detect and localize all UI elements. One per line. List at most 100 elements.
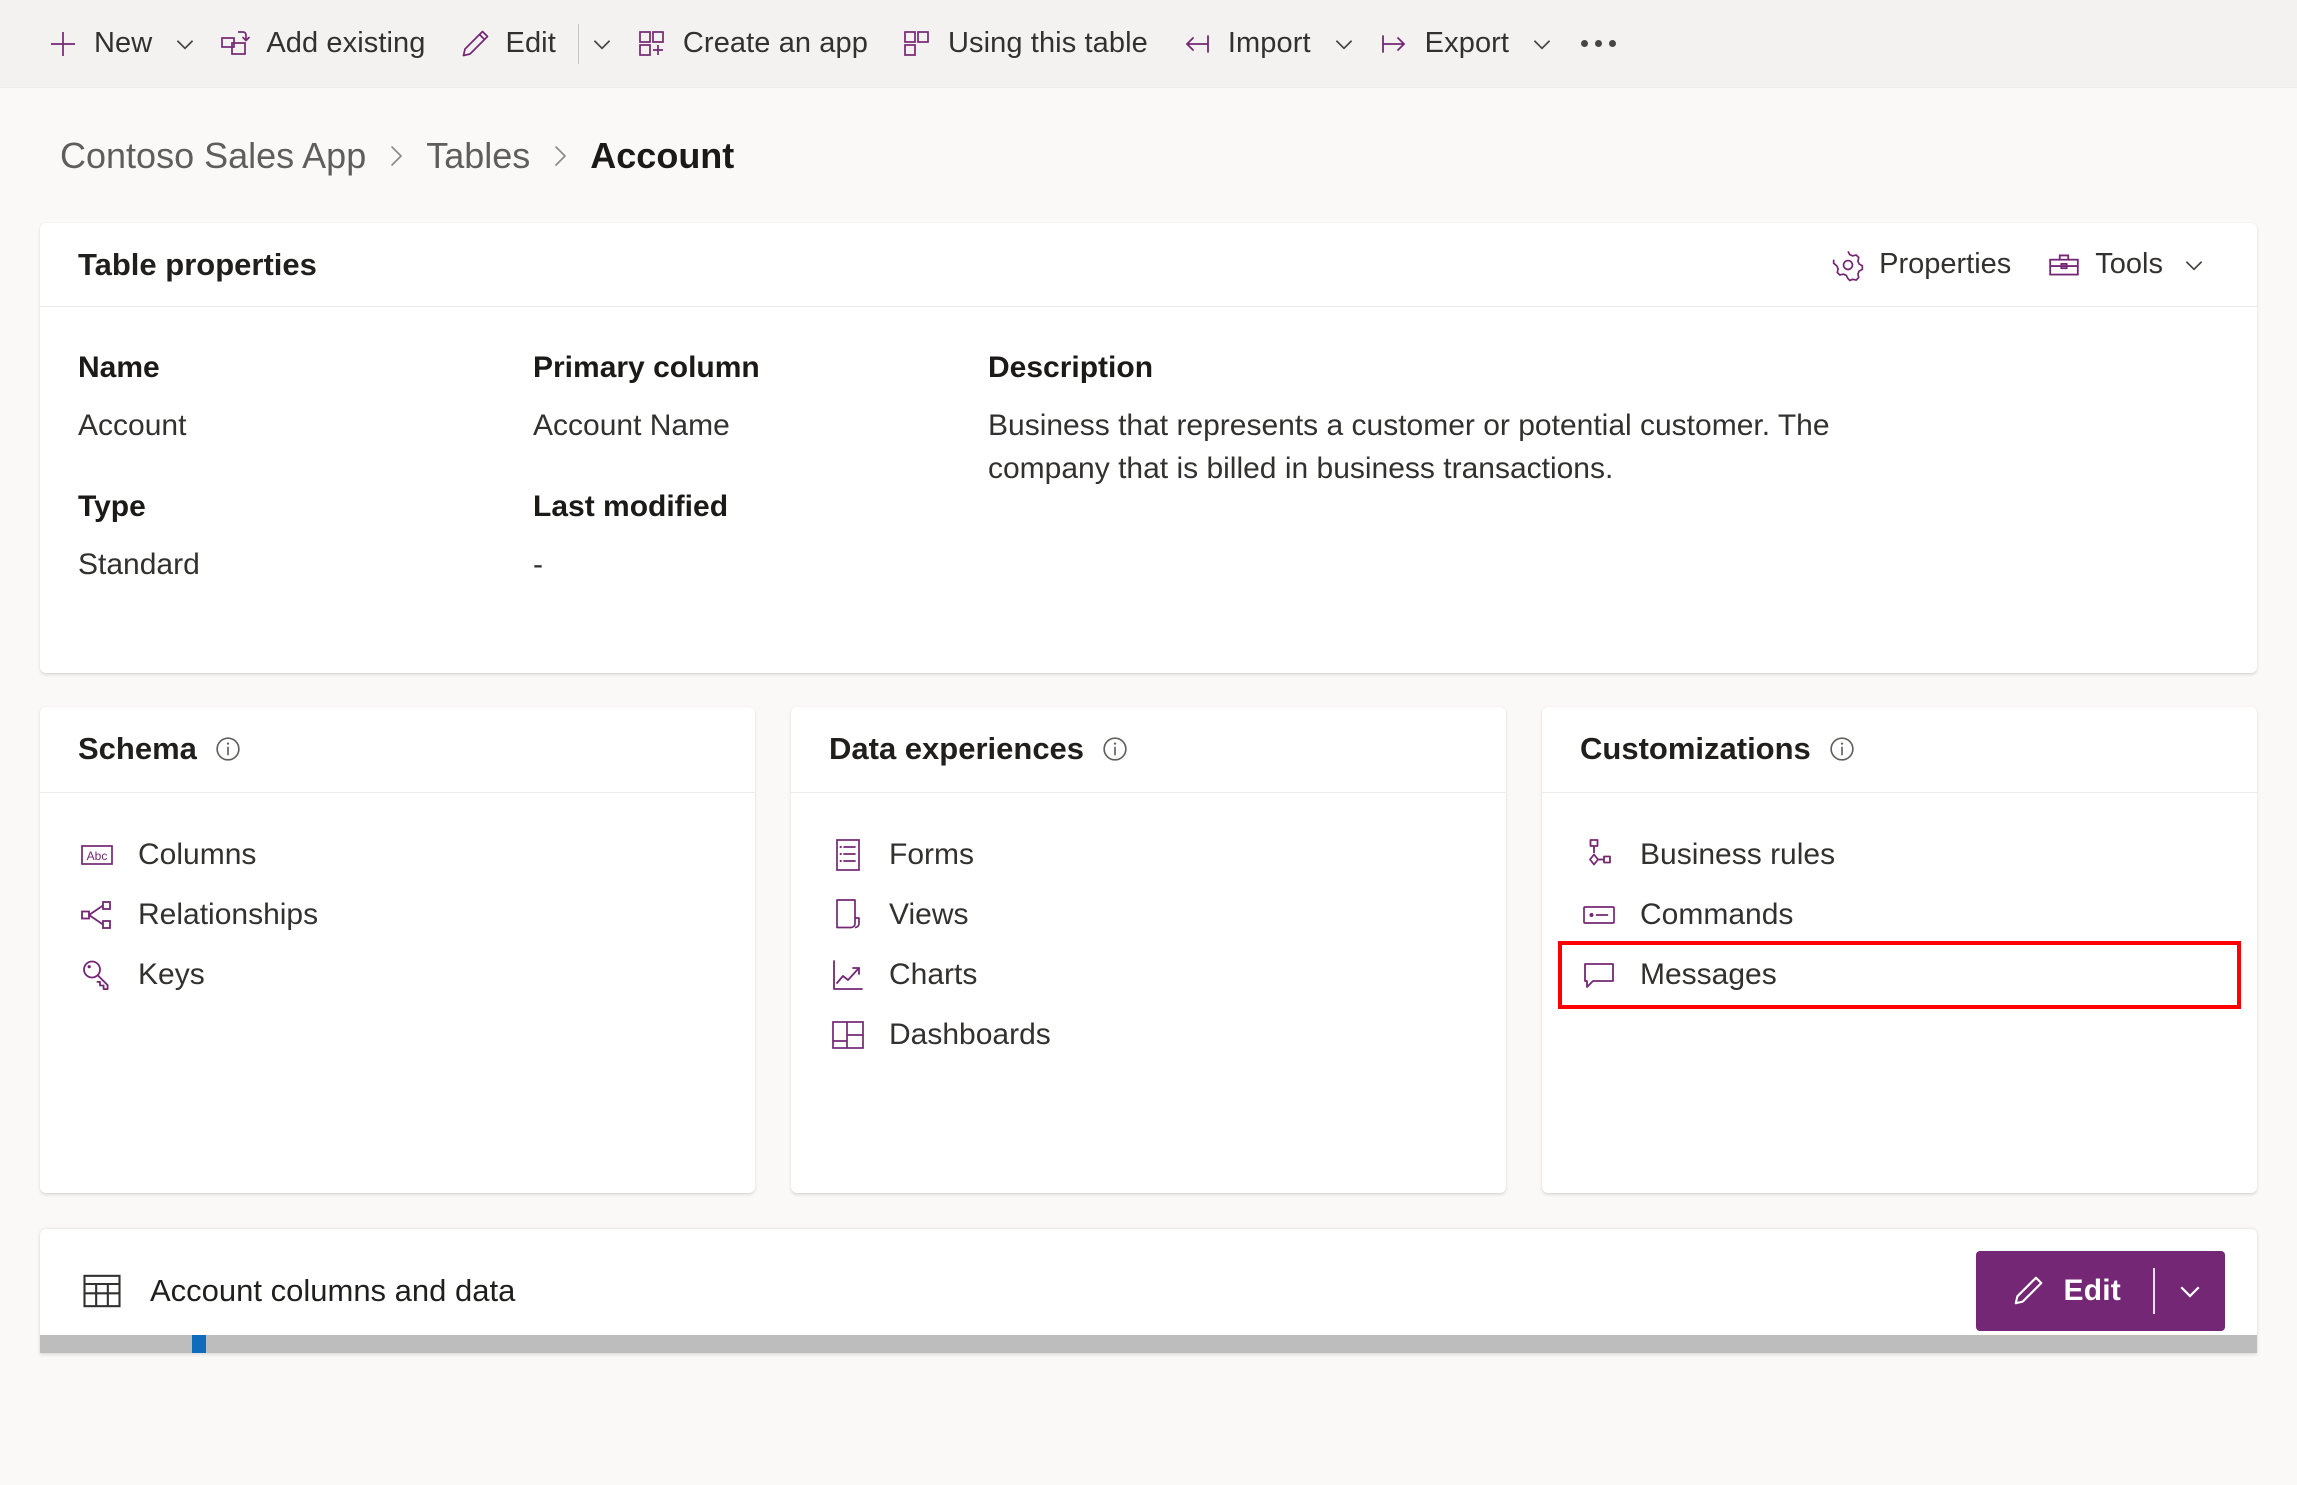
toolbar-divider (577, 23, 579, 64)
ellipsis-dot-icon (1595, 40, 1603, 47)
customizations-link-messages[interactable]: Messages (1558, 940, 2241, 1009)
schema-link-columns[interactable]: Abc Columns (60, 825, 735, 885)
data-experiences-link-views[interactable]: Views (811, 885, 1486, 945)
data-experiences-link-forms[interactable]: Forms (811, 825, 1486, 885)
field-value-type: Standard (78, 548, 200, 582)
export-button[interactable]: Export (1361, 13, 1525, 75)
data-experiences-card-title: Data experiences (829, 731, 1085, 767)
bottom-bar-left: Account columns and data (80, 1269, 515, 1313)
data-experiences-link-charts-label: Charts (889, 957, 978, 991)
properties-label: Properties (1879, 248, 2012, 280)
add-existing-icon (218, 27, 252, 61)
schema-link-keys[interactable]: Keys (60, 945, 735, 1005)
breadcrumb-item-tables[interactable]: Tables (426, 135, 530, 177)
message-bubble-icon (1580, 956, 1618, 994)
customizations-link-commands-label: Commands (1640, 897, 1794, 931)
schema-card-body: Abc Columns Relationships Keys (40, 793, 755, 1193)
data-experiences-link-dashboards[interactable]: Dashboards (811, 1005, 1486, 1065)
section-cards-row: Schema Abc Columns Relationships Keys Da… (40, 706, 2257, 1193)
view-page-icon (829, 896, 867, 934)
schema-card: Schema Abc Columns Relationships Keys (40, 706, 755, 1193)
customizations-card-title: Customizations (1580, 731, 1811, 767)
info-icon[interactable] (1100, 734, 1130, 764)
tools-button[interactable]: Tools (2031, 236, 2227, 294)
grid-scroll-strip (40, 1334, 2257, 1353)
customizations-link-messages-label: Messages (1640, 957, 1777, 991)
create-an-app-button[interactable]: Create an app (619, 13, 884, 75)
field-label-description: Description (988, 351, 1154, 384)
new-chevron-down-icon[interactable] (168, 27, 202, 61)
key-icon (78, 956, 116, 994)
gear-icon (1831, 248, 1865, 282)
export-chevron-down-icon[interactable] (1525, 27, 1559, 61)
create-app-icon (635, 27, 669, 61)
new-button[interactable]: New (30, 13, 168, 75)
data-experiences-link-charts[interactable]: Charts (811, 945, 1486, 1005)
edit-button-label: Edit (2063, 1273, 2121, 1307)
edit-chevron-down-icon[interactable] (2155, 1251, 2225, 1331)
more-commands-button[interactable] (1559, 13, 1638, 75)
import-label: Import (1227, 27, 1311, 59)
customizations-link-commands[interactable]: Commands (1562, 885, 2237, 945)
new-label: New (94, 27, 153, 59)
bottom-section: Account columns and data Edit (0, 1228, 2297, 1353)
using-this-table-button[interactable]: Using this table (884, 13, 1164, 75)
table-grid-icon (900, 27, 934, 61)
schema-link-columns-label: Columns (138, 837, 257, 871)
field-value-description: Business that represents a customer or p… (988, 409, 1830, 485)
business-rules-icon (1580, 836, 1618, 874)
info-icon[interactable] (1827, 734, 1857, 764)
export-label: Export (1424, 27, 1510, 59)
data-experiences-card: Data experiences Forms Views Charts Dash… (791, 706, 1506, 1193)
edit-split-button[interactable]: Edit (1975, 1250, 2225, 1331)
schema-link-relationships[interactable]: Relationships (60, 885, 735, 945)
customizations-link-business-rules[interactable]: Business rules (1562, 825, 2237, 885)
pencil-icon (2010, 1273, 2046, 1309)
page-content: Contoso Sales App Tables Account Table p… (0, 88, 2297, 1193)
add-existing-label: Add existing (266, 27, 426, 59)
using-this-table-label: Using this table (948, 27, 1148, 59)
table-properties-title: Table properties (78, 246, 317, 282)
commands-icon (1580, 896, 1618, 934)
tools-label: Tools (2095, 248, 2163, 280)
export-arrow-icon (1377, 27, 1411, 61)
line-chart-icon (829, 956, 867, 994)
edit-label: Edit (505, 27, 556, 59)
import-button[interactable]: Import (1164, 13, 1327, 75)
data-experiences-card-header: Data experiences (791, 707, 1506, 793)
import-chevron-down-icon[interactable] (1327, 27, 1361, 61)
breadcrumb-item-app[interactable]: Contoso Sales App (60, 135, 366, 177)
schema-card-header: Schema (40, 707, 755, 793)
breadcrumb-separator-icon (548, 141, 572, 171)
tools-chevron-down-icon[interactable] (2177, 248, 2211, 282)
field-label-type: Type (78, 490, 146, 524)
create-an-app-label: Create an app (682, 27, 868, 59)
schema-link-keys-label: Keys (138, 957, 205, 991)
breadcrumb-separator-icon (384, 141, 408, 171)
add-existing-button[interactable]: Add existing (202, 13, 441, 75)
field-spacer (988, 544, 2217, 621)
edit-primary-button[interactable]: Edit (1976, 1251, 2153, 1331)
dashboard-tiles-icon (829, 1016, 867, 1054)
pencil-icon (458, 27, 492, 61)
data-experiences-card-body: Forms Views Charts Dashboards (791, 793, 1506, 1193)
edit-button[interactable]: Edit (442, 13, 572, 75)
customizations-card-header: Customizations (1542, 707, 2257, 793)
breadcrumb-item-account: Account (590, 134, 735, 176)
properties-button[interactable]: Properties (1815, 236, 2027, 294)
customizations-card: Customizations Business rules Commands M… (1542, 706, 2257, 1193)
svg-text:Abc: Abc (87, 849, 108, 863)
schema-link-relationships-label: Relationships (138, 897, 319, 931)
plus-icon (46, 27, 80, 61)
table-properties-actions: Properties Tools (1815, 236, 2227, 294)
edit-chevron-down-icon[interactable] (585, 27, 619, 61)
data-experiences-link-forms-label: Forms (889, 837, 974, 871)
relationships-icon (78, 896, 116, 934)
data-experiences-link-dashboards-label: Dashboards (889, 1017, 1051, 1051)
schema-card-title: Schema (78, 731, 197, 767)
info-icon[interactable] (213, 734, 243, 764)
command-bar: New Add existing Edit Create an app Usin… (0, 0, 2297, 88)
grid-selection-marker (192, 1334, 206, 1353)
abc-box-icon: Abc (78, 836, 116, 874)
toolbox-icon (2047, 248, 2081, 282)
